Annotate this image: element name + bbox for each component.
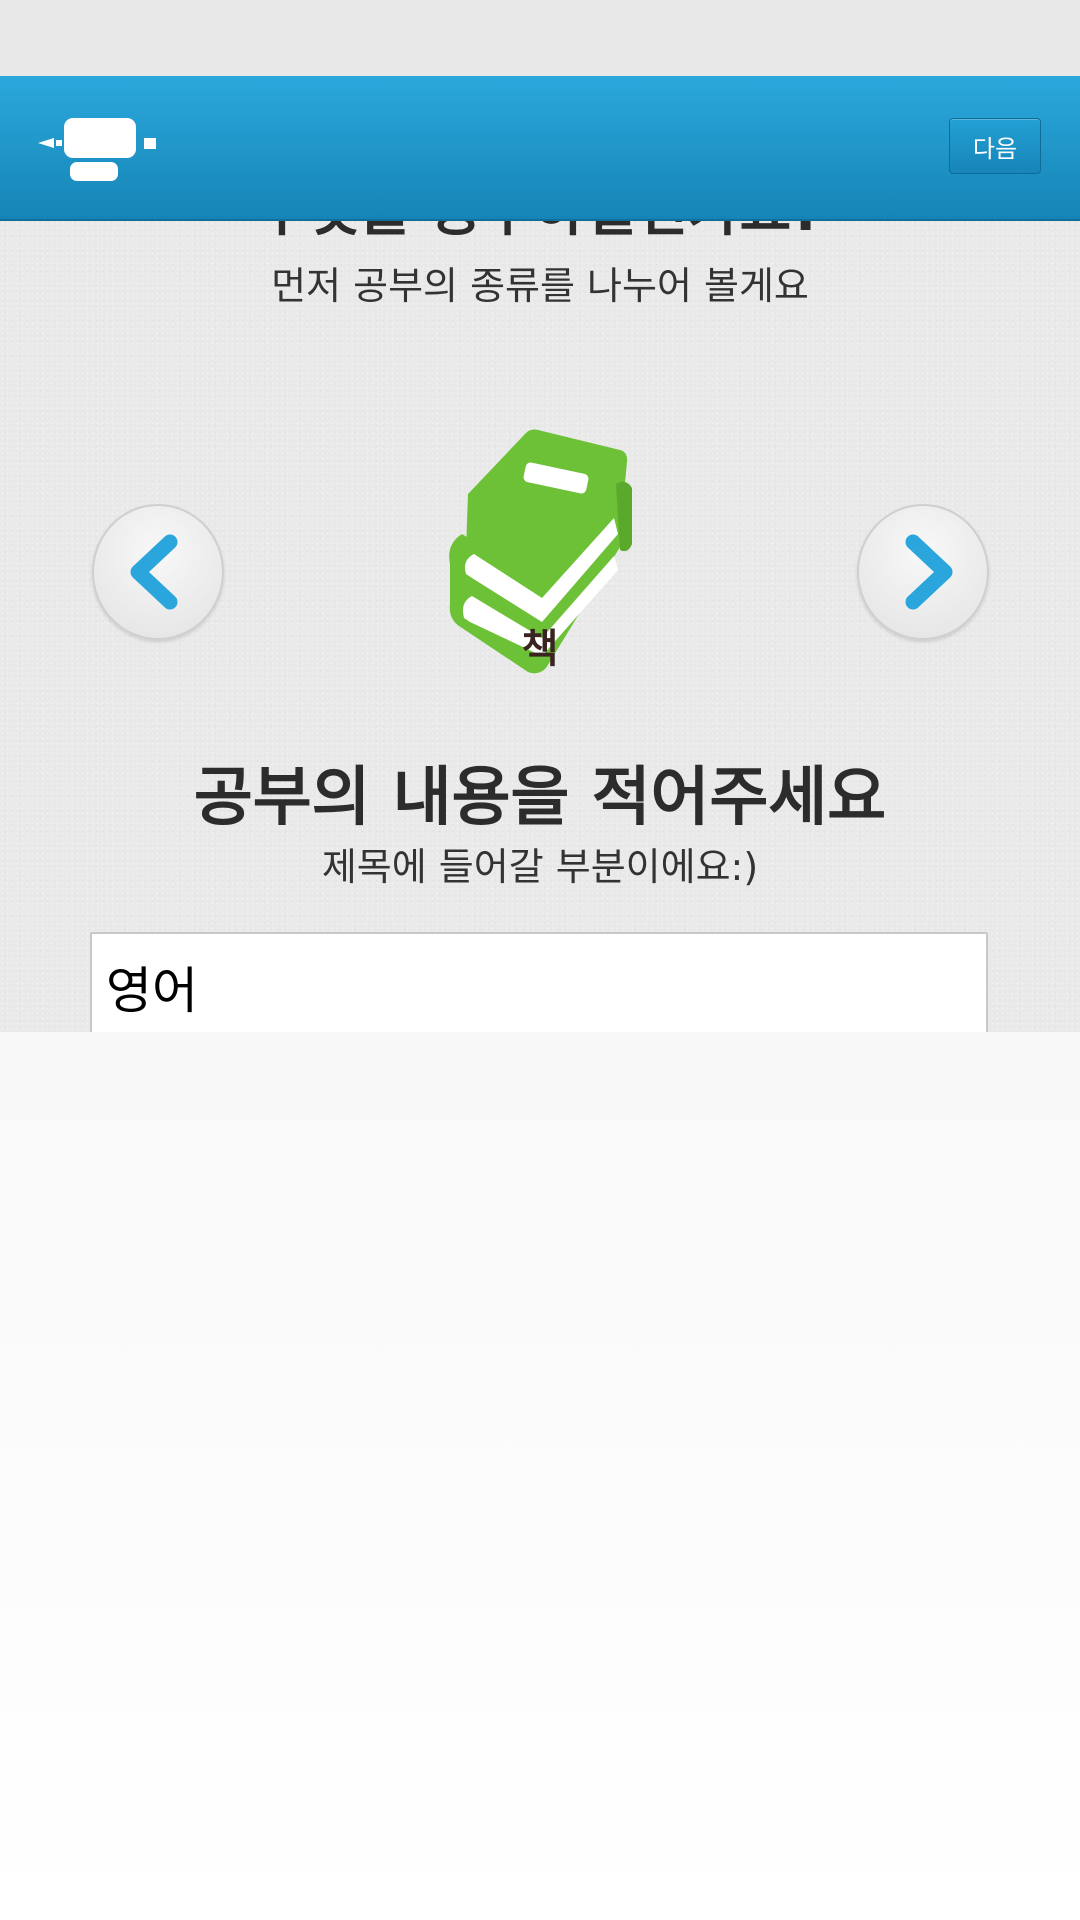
chevron-right-icon bbox=[905, 534, 953, 610]
prev-category-button[interactable] bbox=[92, 504, 224, 640]
content-question-title: 공부의 내용을 적어주세요 bbox=[193, 761, 887, 835]
next-category-button[interactable] bbox=[857, 504, 989, 640]
study-content-input[interactable] bbox=[90, 932, 988, 1032]
app-header: 다음 bbox=[0, 76, 1080, 221]
next-step-button[interactable]: 다음 bbox=[949, 118, 1041, 174]
chevron-left-icon bbox=[130, 534, 178, 610]
status-bar bbox=[0, 0, 1080, 76]
app-content: 무엇을 공부하실건가요? 먼저 공부의 종류를 나누어 볼게요 책 공부의 내용… bbox=[0, 76, 1080, 1032]
category-question-subtitle: 먼저 공부의 종류를 나누어 볼게요 bbox=[271, 264, 809, 308]
studying-desk-icon bbox=[38, 118, 156, 181]
content-question-subtitle: 제목에 들어갈 부분이에요:) bbox=[321, 845, 759, 889]
